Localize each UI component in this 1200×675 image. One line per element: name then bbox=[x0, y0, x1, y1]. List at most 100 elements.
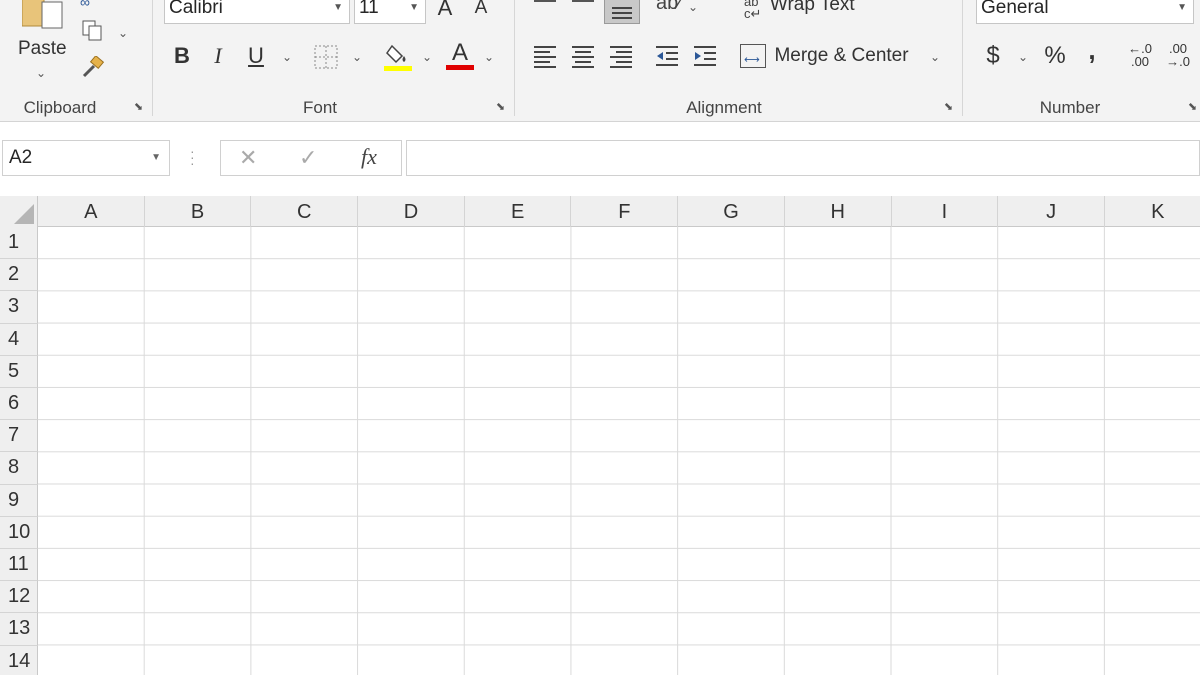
chevron-down-icon: ▼ bbox=[151, 152, 161, 163]
paste-button[interactable]: Paste bbox=[18, 38, 67, 60]
chevron-down-icon: ▼ bbox=[1177, 2, 1187, 13]
middle-align-icon[interactable] bbox=[572, 0, 596, 8]
increase-decimal-bottom: .00 bbox=[1130, 54, 1150, 69]
italic-button[interactable]: I bbox=[206, 42, 230, 70]
enter-icon[interactable]: ✓ bbox=[299, 145, 317, 171]
name-box[interactable]: A2 ▼ bbox=[2, 140, 170, 176]
underline-dropdown-icon[interactable]: ⌄ bbox=[282, 50, 292, 64]
worksheet-grid: ABCDEFGHIJK 1 2 3 4 5 6 7 8 9 10 11 12 13 14 bbox=[0, 196, 1200, 675]
formula-buttons: ✕ ✓ fx bbox=[220, 140, 402, 176]
grow-font-button[interactable]: A bbox=[434, 0, 456, 22]
copy-icon[interactable] bbox=[82, 20, 104, 47]
comma-style-button[interactable]: , bbox=[1084, 36, 1100, 64]
paste-dropdown-icon[interactable]: ⌄ bbox=[36, 66, 46, 80]
cut-icon[interactable]: ∞ bbox=[80, 0, 90, 10]
font-name-value: Calibri bbox=[169, 0, 223, 18]
insert-function-button[interactable]: fx bbox=[361, 144, 377, 170]
column-header-i[interactable]: I bbox=[892, 196, 999, 227]
column-header-c[interactable]: C bbox=[251, 196, 359, 227]
bold-button[interactable]: B bbox=[170, 42, 194, 70]
alignment-launcher-icon[interactable]: ⬊ bbox=[942, 101, 955, 114]
wrap-text-icon: ab c↵ bbox=[744, 0, 762, 21]
merge-center-label: Merge & Center bbox=[774, 45, 909, 66]
number-launcher-icon[interactable]: ⬊ bbox=[1186, 101, 1199, 114]
bottom-align-button[interactable] bbox=[604, 0, 640, 24]
merge-center-dropdown-icon[interactable]: ⌄ bbox=[930, 50, 940, 64]
column-header-f[interactable]: F bbox=[572, 196, 679, 227]
row-header-13[interactable]: 13 bbox=[0, 613, 38, 646]
column-header-a[interactable]: A bbox=[38, 196, 145, 227]
font-color-dropdown-icon[interactable]: ⌄ bbox=[484, 50, 494, 64]
row-header-6[interactable]: 6 bbox=[0, 388, 38, 421]
row-header-3[interactable]: 3 bbox=[0, 291, 38, 324]
decrease-indent-icon[interactable] bbox=[654, 44, 680, 75]
row-header-2[interactable]: 2 bbox=[0, 259, 38, 292]
percent-button[interactable]: % bbox=[1042, 42, 1068, 70]
borders-dropdown-icon[interactable]: ⌄ bbox=[352, 50, 362, 64]
merge-center-button[interactable]: ⟷ Merge & Center bbox=[740, 44, 909, 74]
font-color-bar bbox=[446, 65, 474, 70]
row-header-4[interactable]: 4 bbox=[0, 323, 38, 356]
orientation-dropdown-icon[interactable]: ⌄ bbox=[688, 0, 698, 14]
number-format-select[interactable]: General ▼ bbox=[976, 0, 1194, 24]
name-box-value: A2 bbox=[9, 147, 33, 168]
font-color-button[interactable]: A bbox=[446, 40, 474, 70]
borders-icon[interactable] bbox=[314, 45, 338, 74]
top-align-icon[interactable] bbox=[534, 0, 558, 8]
formula-bar: A2 ▼ · · · ✕ ✓ fx bbox=[0, 138, 1200, 178]
divider bbox=[962, 0, 963, 116]
row-header-8[interactable]: 8 bbox=[0, 452, 38, 485]
row-header-9[interactable]: 9 bbox=[0, 484, 38, 517]
underline-button[interactable]: U bbox=[244, 42, 268, 70]
copy-dropdown-icon[interactable]: ⌄ bbox=[118, 26, 128, 40]
formula-input[interactable] bbox=[406, 140, 1200, 176]
column-header-k[interactable]: K bbox=[1105, 196, 1200, 227]
column-header-h[interactable]: H bbox=[785, 196, 892, 227]
row-header-10[interactable]: 10 bbox=[0, 516, 38, 549]
divider bbox=[514, 0, 515, 116]
select-all-button[interactable] bbox=[0, 196, 38, 227]
merge-center-icon: ⟷ bbox=[740, 44, 766, 68]
column-header-g[interactable]: G bbox=[678, 196, 785, 227]
font-name-select[interactable]: Calibri ▼ bbox=[164, 0, 350, 24]
format-painter-icon[interactable] bbox=[80, 55, 106, 85]
fill-color-dropdown-icon[interactable]: ⌄ bbox=[422, 50, 432, 64]
more-options-icon[interactable]: · · · bbox=[190, 144, 195, 170]
paste-icon[interactable] bbox=[21, 0, 68, 32]
increase-indent-icon[interactable] bbox=[692, 44, 718, 75]
decrease-decimal-bottom: →.0 bbox=[1166, 54, 1190, 69]
clipboard-launcher-icon[interactable]: ⬊ bbox=[132, 101, 145, 114]
currency-button[interactable]: $ bbox=[982, 42, 1004, 70]
cancel-icon[interactable]: ✕ bbox=[239, 145, 257, 171]
column-header-b[interactable]: B bbox=[145, 196, 252, 227]
align-center-icon[interactable] bbox=[572, 46, 594, 68]
wrap-text-button[interactable]: ab c↵ Wrap Text bbox=[744, 0, 855, 24]
clipboard-group-label: Clipboard bbox=[23, 98, 97, 117]
increase-decimal-button[interactable]: ←.0 .00 bbox=[1124, 42, 1156, 68]
column-header-d[interactable]: D bbox=[358, 196, 465, 227]
row-header-12[interactable]: 12 bbox=[0, 581, 38, 614]
align-left-icon[interactable] bbox=[534, 46, 556, 68]
row-header-7[interactable]: 7 bbox=[0, 420, 38, 453]
fill-color-icon[interactable] bbox=[384, 42, 412, 77]
font-launcher-icon[interactable]: ⬊ bbox=[494, 101, 507, 114]
orientation-icon[interactable]: ab⁄ bbox=[656, 0, 682, 15]
row-header-5[interactable]: 5 bbox=[0, 355, 38, 388]
row-header-1[interactable]: 1 bbox=[0, 227, 38, 260]
decrease-decimal-button[interactable]: .00 →.0 bbox=[1162, 42, 1194, 68]
row-header-11[interactable]: 11 bbox=[0, 549, 38, 582]
font-size-select[interactable]: 11 ▼ bbox=[354, 0, 426, 24]
font-group-label: Font bbox=[302, 98, 338, 117]
ribbon: Paste ⌄ ∞ ⌄ Clipboard ⬊ Calibri ▼ 11 ▼ A… bbox=[0, 0, 1200, 122]
chevron-down-icon: ▼ bbox=[409, 2, 419, 13]
shrink-font-button[interactable]: A bbox=[470, 0, 492, 22]
column-header-e[interactable]: E bbox=[465, 196, 572, 227]
column-header-row: ABCDEFGHIJK bbox=[0, 196, 1200, 227]
number-group-label: Number bbox=[1039, 98, 1101, 117]
column-header-j[interactable]: J bbox=[998, 196, 1105, 227]
align-right-icon[interactable] bbox=[610, 46, 632, 68]
cell-area[interactable] bbox=[38, 227, 1200, 675]
currency-dropdown-icon[interactable]: ⌄ bbox=[1018, 50, 1028, 64]
row-header-14[interactable]: 14 bbox=[0, 645, 38, 675]
font-size-value: 11 bbox=[359, 0, 379, 18]
